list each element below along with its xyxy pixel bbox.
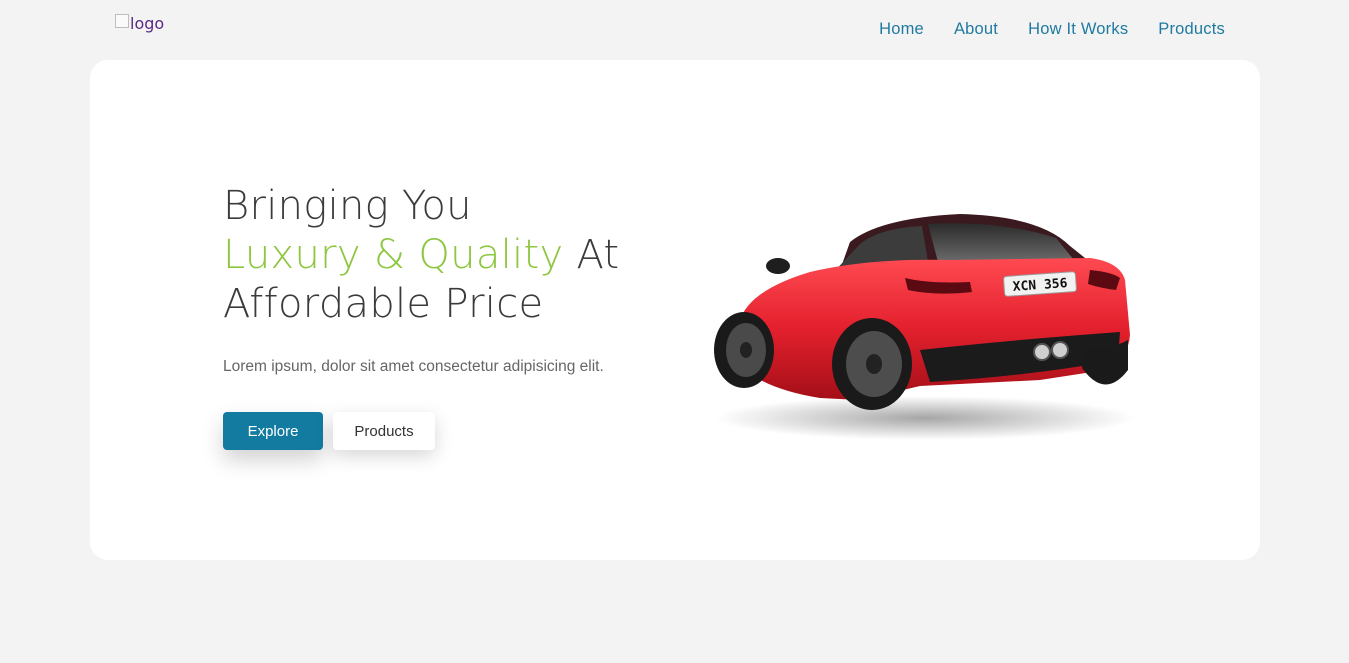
products-button[interactable]: Products (333, 412, 435, 450)
hero-subtitle: Lorem ipsum, dolor sit amet consectetur … (223, 358, 604, 375)
car-mirror (766, 258, 790, 274)
rear-wheel (832, 318, 912, 410)
exhaust-pipe (1051, 341, 1069, 359)
broken-image-icon (115, 14, 129, 28)
logo[interactable]: logo (115, 14, 164, 33)
hero-title-line3: Affordable Price (223, 281, 544, 327)
hero-title-line1: Bringing You (223, 183, 472, 229)
explore-button[interactable]: Explore (223, 412, 323, 450)
hero-title: Bringing You Luxury & Quality At Afforda… (223, 182, 619, 329)
nav-link-about[interactable]: About (954, 20, 998, 39)
nav-link-how-it-works[interactable]: How It Works (1028, 20, 1128, 39)
front-wheel (714, 312, 774, 388)
red-sports-car-image: XCN 356 (714, 214, 1135, 440)
exhaust-pipe (1033, 343, 1051, 361)
car-shadow (715, 396, 1135, 440)
nav-link-products[interactable]: Products (1158, 20, 1225, 39)
hero-title-accent: Luxury & Quality (223, 232, 564, 278)
car-rear-window (928, 223, 1074, 262)
top-navbar: logo Home About How It Works Products (0, 0, 1349, 60)
main-nav: Home About How It Works Products (879, 20, 1225, 39)
nav-link-home[interactable]: Home (879, 20, 924, 39)
hero-title-line2-rest: At (563, 232, 620, 278)
logo-alt-text: logo (130, 14, 165, 33)
hero-card: Bringing You Luxury & Quality At Afforda… (90, 60, 1260, 560)
